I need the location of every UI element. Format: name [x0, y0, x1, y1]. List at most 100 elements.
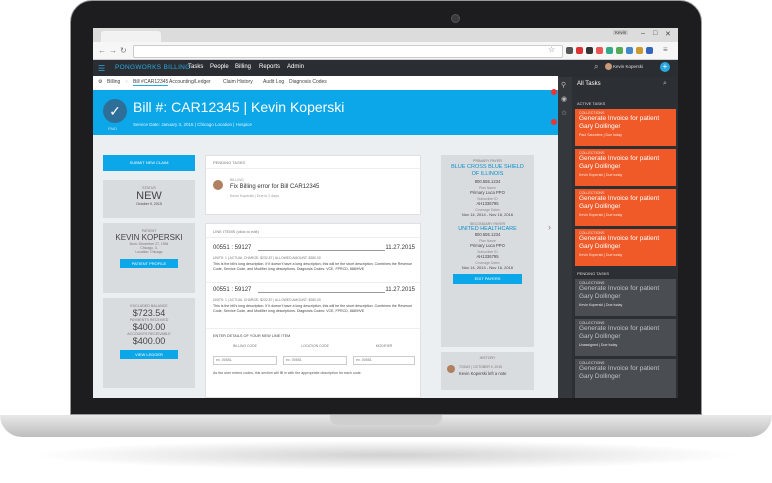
page-subtitle: Service Date: January 3, 2015 | Chicago … — [133, 122, 252, 127]
sidebar-search-icon[interactable]: ⌕ — [663, 80, 667, 88]
star-icon[interactable]: ☆ — [561, 109, 567, 117]
task-title: Generate Invoice for patient Gary Dollin… — [579, 285, 660, 300]
extension-icon[interactable] — [646, 47, 653, 54]
task-card[interactable]: COLLECTIONS Generate Invoice for patient… — [575, 279, 676, 316]
tab-billing[interactable]: Billing — [107, 79, 120, 85]
line-item-date: 11.27.2015 — [385, 245, 415, 251]
billing-code-input[interactable] — [213, 355, 277, 365]
tab-claim-history[interactable]: Claim History — [223, 79, 253, 85]
balance-value: $723.54 — [132, 308, 166, 318]
back-icon[interactable]: ← — [98, 46, 106, 55]
extension-icon[interactable] — [586, 47, 593, 54]
extension-icon[interactable] — [636, 47, 643, 54]
notification-badge — [551, 119, 557, 125]
search-icon[interactable]: ⌕ — [594, 62, 598, 72]
add-button[interactable]: + — [660, 62, 670, 72]
task-meta: Kevin Koperski | Due today — [579, 253, 623, 257]
tab-bill[interactable]: Bill #CAR12345 — [133, 79, 169, 86]
browser-user-badge[interactable]: Kevin — [613, 30, 629, 35]
line-item-meta: UNITS: 1 | ACTUAL CHARGE: $232.87 | ALLO… — [213, 298, 321, 302]
task-meta: Unassigned | Due today — [579, 343, 618, 347]
address-bar[interactable] — [133, 45, 563, 58]
menu-icon[interactable]: ≡ — [663, 45, 668, 54]
extension-icon[interactable] — [606, 47, 613, 54]
task-card[interactable]: COLLECTIONS Generate Invoice for patient… — [575, 109, 676, 146]
browser-tab[interactable] — [101, 31, 161, 42]
task-card[interactable]: COLLECTIONS Generate Invoice for patient… — [575, 149, 676, 186]
task-card[interactable]: COLLECTIONS Generate Invoice for patient… — [575, 359, 676, 398]
task-sidebar: ⚲ ◉ ☆ › All Tasks ⌕ ACTIVE TASKS COLLECT… — [548, 77, 678, 398]
extension-icon[interactable] — [576, 47, 583, 54]
line-item[interactable]: 00551 : 59127 11.27.2015 UNITS: 1 | ACTU… — [213, 287, 415, 314]
line-item-meta: UNITS: 1 | ACTUAL CHARGE: $232.87 | ALLO… — [213, 256, 321, 260]
extension-icon[interactable] — [626, 47, 633, 54]
avatar[interactable] — [605, 63, 612, 70]
extension-icon[interactable] — [566, 47, 573, 54]
extension-icon[interactable] — [616, 47, 623, 54]
nav-reports[interactable]: Reports — [259, 64, 280, 70]
collapse-sidebar-icon[interactable]: › — [548, 222, 551, 232]
subscriber-value: AH1336795 — [476, 201, 499, 206]
pending-tasks-panel: PENDING TASKS BILLING Fix Billing error … — [205, 155, 421, 215]
nav-billing[interactable]: Billing — [235, 64, 251, 70]
breadcrumb-separator: › — [126, 79, 128, 85]
balance-card: EXCLUDED BALANCE $723.54 PAYMENTS RECEIV… — [103, 298, 195, 388]
secondary-payer-phone: 800.555.1234 — [474, 232, 501, 237]
checkmark-icon: ✓ — [103, 99, 127, 123]
forward-icon[interactable]: → — [109, 46, 117, 55]
task-card[interactable]: COLLECTIONS Generate Invoice for patient… — [575, 229, 676, 266]
tab-diagnosis-codes[interactable]: Diagnosis Codes — [289, 79, 327, 85]
history-card: HISTORY TODAY | OCTOBER 9, 2015 Kevin Ko… — [441, 352, 534, 390]
brand-logo[interactable]: PONGWORKS BILLING — [115, 64, 191, 71]
nav-admin[interactable]: Admin — [287, 64, 304, 70]
line-item[interactable]: 00551 : 59127 11.27.2015 UNITS: 1 | ACTU… — [213, 245, 415, 272]
globe-icon[interactable]: ◉ — [561, 95, 567, 103]
left-column: SUBMIT NEW CLAIM STATUS NEW October 9, 2… — [103, 155, 195, 393]
pending-tasks-header: PENDING TASKS — [577, 271, 610, 276]
receivable-value: $400.00 — [132, 336, 166, 346]
bookmark-star-icon[interactable]: ☆ — [548, 45, 555, 54]
nav-people[interactable]: People — [210, 64, 229, 70]
coverage-value: Nov 14, 2014 - Nov 16, 2016 — [461, 212, 514, 217]
task-card[interactable]: COLLECTIONS Generate Invoice for patient… — [575, 189, 676, 226]
task-meta: Kevin Koperski | Due today — [579, 173, 623, 177]
browser-tabbar: Kevin – □ ✕ — [93, 28, 678, 42]
status-badge: PAID — [108, 126, 118, 131]
minimize-icon[interactable]: – — [641, 30, 645, 37]
coverage-value: Nov 14, 2014 - Nov 16, 2016 — [461, 265, 514, 270]
sub-navigation: ⚙ Billing › Bill #CAR12345 Accounting/Le… — [93, 76, 558, 91]
task-card[interactable]: COLLECTIONS Generate Invoice for patient… — [575, 319, 676, 356]
filter-icon[interactable]: ⚲ — [561, 81, 566, 89]
payments-value: $400.00 — [132, 322, 166, 332]
task-title: Generate Invoice for patient Gary Dollin… — [579, 115, 660, 130]
app-header: ☰ PONGWORKS BILLING Tasks People Billing… — [93, 60, 558, 76]
task-meta: Kevin Koperski | Due today — [579, 213, 623, 217]
edit-payers-button[interactable]: EDIT PAYERS — [453, 274, 522, 284]
user-name[interactable]: Kevin Koperski — [613, 64, 643, 69]
sidebar-icon-column: ⚲ ◉ ☆ — [551, 77, 572, 398]
pending-task-title[interactable]: Fix Billing error for Bill CAR12345 — [230, 184, 319, 190]
patient-name: KEVIN KOPERSKI — [115, 233, 183, 242]
settings-icon[interactable]: ⚙ — [98, 79, 102, 85]
tab-audit-log[interactable]: Audit Log — [263, 79, 284, 85]
modifier-input[interactable] — [353, 355, 415, 365]
line-item-date: 11.27.2015 — [385, 287, 415, 293]
nav-tasks[interactable]: Tasks — [188, 64, 203, 70]
hamburger-icon[interactable]: ☰ — [98, 64, 105, 73]
close-icon[interactable]: ✕ — [665, 30, 671, 38]
history-label: HISTORY — [479, 356, 496, 360]
task-title: Generate Invoice for patient Gary Dollin… — [579, 235, 660, 250]
maximize-icon[interactable]: □ — [653, 30, 657, 37]
status-date: October 9, 2015 — [136, 202, 162, 206]
tab-accounting-ledger[interactable]: Accounting/Ledger — [169, 79, 211, 85]
laptop-notch — [330, 415, 442, 425]
status-value: NEW — [136, 190, 162, 202]
extension-icon[interactable] — [596, 47, 603, 54]
reload-icon[interactable]: ↻ — [120, 46, 127, 55]
modifier-label: MODIFIER — [375, 344, 393, 348]
submit-new-claim-button[interactable]: SUBMIT NEW CLAIM — [103, 155, 195, 171]
location-code-input[interactable] — [283, 355, 347, 365]
task-title: Generate Invoice for patient Gary Dollin… — [579, 155, 660, 170]
view-ledger-button[interactable]: VIEW LEDGER — [120, 350, 178, 359]
patient-profile-button[interactable]: PATIENT PROFILE — [120, 259, 178, 268]
